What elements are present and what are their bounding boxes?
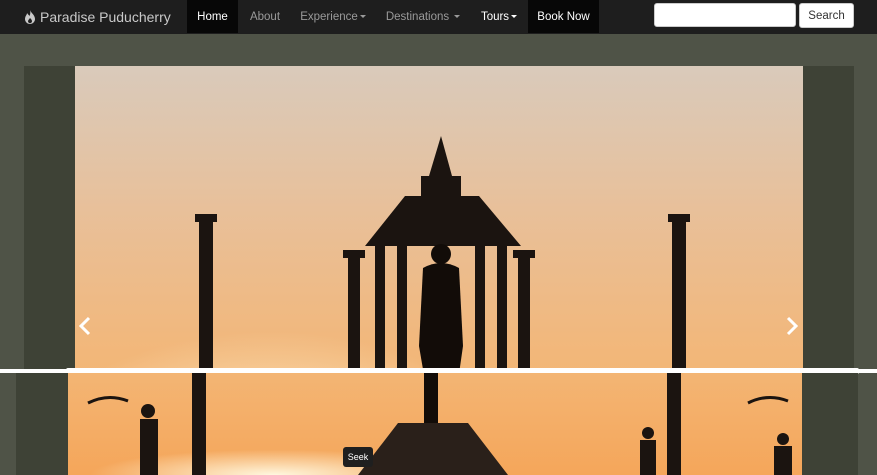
video-frame-preview: [16, 373, 858, 475]
nav-book-now-label: Book Now: [537, 10, 590, 23]
video-frame-image: [68, 373, 802, 475]
nav-tours[interactable]: Tours: [473, 0, 525, 33]
nav-about-label: About: [249, 10, 281, 23]
nav-about[interactable]: About: [240, 0, 290, 33]
seek-tooltip-label: Seek: [347, 452, 369, 462]
chevron-down-icon: [454, 15, 461, 18]
next-slide-button[interactable]: [781, 315, 803, 337]
prev-slide-button[interactable]: [74, 315, 96, 337]
brand-name: Paradise Puducherry: [40, 9, 171, 25]
nav-destinations-label: Destinations: [385, 10, 450, 23]
seek-tooltip: Seek: [343, 447, 373, 467]
brand-logo[interactable]: Paradise Puducherry: [24, 6, 171, 28]
nav-home-label: Home: [197, 10, 228, 23]
promenade-sunset-photo: [68, 373, 802, 475]
chevron-down-icon: [359, 15, 366, 18]
search-input[interactable]: [654, 3, 796, 27]
nav-home[interactable]: Home: [187, 0, 238, 33]
nav-tours-label: Tours: [480, 10, 510, 23]
chevron-down-icon: [511, 15, 518, 18]
nav-experience[interactable]: Experience: [293, 0, 373, 33]
nav-destinations[interactable]: Destinations: [377, 0, 469, 33]
top-navbar: Paradise Puducherry Home About Experienc…: [0, 0, 877, 34]
flame-logo-icon: [25, 10, 35, 24]
search-button[interactable]: Search: [799, 3, 854, 28]
nav-experience-label: Experience: [300, 10, 358, 23]
nav-book-now[interactable]: Book Now: [528, 0, 599, 33]
